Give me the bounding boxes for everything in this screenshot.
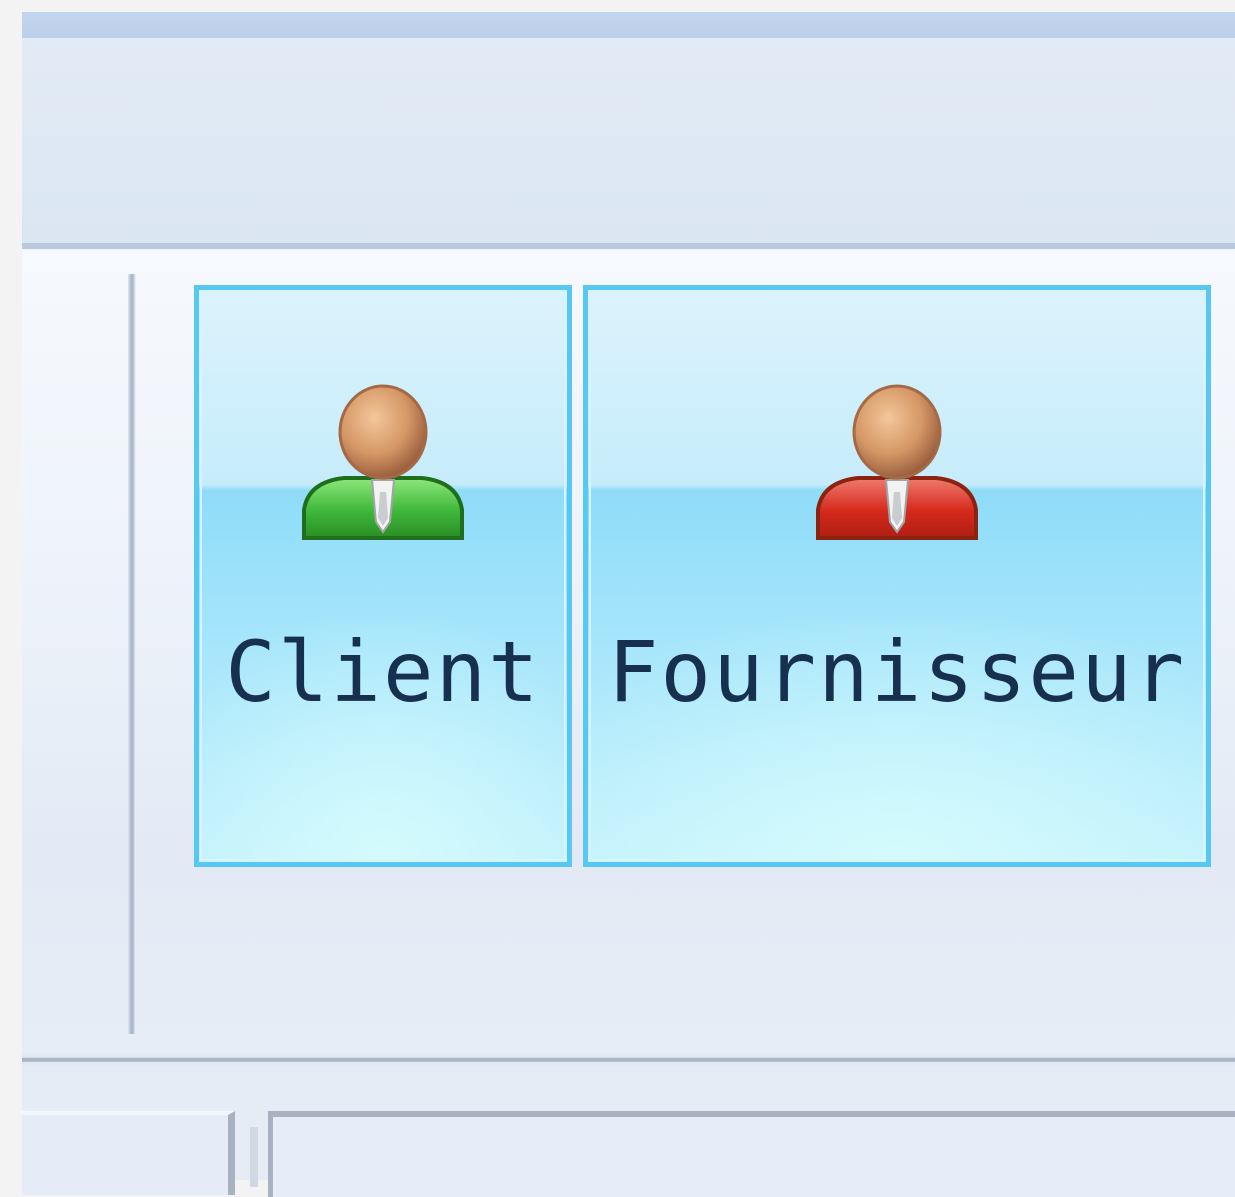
client-button-label: Client xyxy=(225,623,541,721)
status-cell-right xyxy=(268,1111,1235,1197)
status-cell-left xyxy=(22,1111,235,1195)
user-green-icon xyxy=(302,384,464,540)
header-area xyxy=(22,38,1235,243)
status-bar xyxy=(22,1067,1235,1197)
ribbon-panel: Client Fournisseur xyxy=(22,251,1235,1051)
group-separator xyxy=(128,274,136,1034)
status-separator xyxy=(250,1127,258,1187)
footer-divider xyxy=(22,1051,1235,1067)
client-button[interactable]: Client xyxy=(194,285,572,867)
app-window: Client Fournisseur xyxy=(22,12,1235,1197)
header-divider xyxy=(22,243,1235,251)
fournisseur-button[interactable]: Fournisseur xyxy=(583,285,1211,867)
title-bar xyxy=(22,12,1235,38)
user-red-icon xyxy=(816,384,978,540)
fournisseur-button-label: Fournisseur xyxy=(607,623,1187,721)
